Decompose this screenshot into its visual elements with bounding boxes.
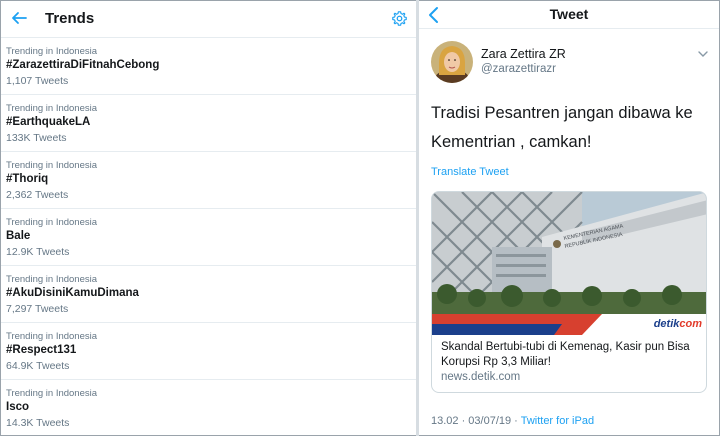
trend-item[interactable]: Trending in Indonesia #Respect131 64.9K … [1,323,416,380]
trend-item[interactable]: Trending in Indonesia Bale 12.9K Tweets [1,209,416,266]
trend-tweet-count: 133K Tweets [6,132,67,144]
trend-context: Trending in Indonesia [6,160,98,171]
trend-tweet-count: 64.9K Tweets [6,360,70,372]
trend-item[interactable]: Trending in Indonesia #AkuDisiniKamuDima… [1,266,416,323]
trend-context: Trending in Indonesia [6,388,98,399]
trend-tweet-count: 7,297 Tweets [6,303,69,315]
tweet-source-link[interactable]: Twitter for iPad [521,415,594,427]
trend-name: #Thoriq [6,173,49,185]
link-preview-card[interactable]: KEMENTERIAN AGAMA REPUBLIK INDONESIA det… [431,191,707,393]
author-display-name[interactable]: Zara Zettira ZR [481,47,566,61]
trends-panel: Trends Trending in Indonesia #Zarazettir… [1,1,416,435]
trend-tweet-count: 1,107 Tweets [6,75,69,87]
trend-item[interactable]: Trending in Indonesia #Thoriq 2,362 Twee… [1,152,416,209]
trend-name: Bale [6,230,31,242]
article-image: KEMENTERIAN AGAMA REPUBLIK INDONESIA [432,192,706,335]
trend-name: #EarthquakeLA [6,116,91,128]
trend-name: #ZarazettiraDiFitnahCebong [6,59,160,71]
trend-item[interactable]: Trending in Indonesia #EarthquakeLA 133K… [1,95,416,152]
trend-name: #AkuDisiniKamuDimana [6,287,139,299]
trend-name: #Respect131 [6,344,77,356]
card-domain: news.detik.com [441,371,521,383]
trend-tweet-count: 12.9K Tweets [6,246,70,258]
trend-context: Trending in Indonesia [6,331,98,342]
detik-logo: detikcom [654,318,702,330]
trend-name: Isco [6,401,30,413]
trend-context: Trending in Indonesia [6,217,98,228]
tweet-timestamp: 13.02 · 03/07/19 · [431,415,518,427]
logo-suffix: com [679,318,702,330]
logo-main: detik [653,318,680,330]
trend-item[interactable]: Trending in Indonesia Isco 14.3K Tweets [1,380,416,436]
trend-tweet-count: 2,362 Tweets [6,189,69,201]
page-title: Trends [45,10,95,27]
translate-tweet-link[interactable]: Translate Tweet [431,166,509,178]
trend-context: Trending in Indonesia [6,46,98,57]
back-arrow-icon[interactable] [10,9,28,27]
author-handle[interactable]: @zarazettirazr [481,63,556,75]
tweet-title: Tweet [549,6,589,22]
trend-tweet-count: 14.3K Tweets [6,417,70,429]
chevron-down-icon[interactable] [697,49,709,59]
avatar[interactable] [431,41,473,83]
tweet-panel: Tweet Zara Zettira ZR @zarazettirazr Tra… [419,1,719,435]
tweet-header: Tweet [419,1,719,29]
card-title: Skandal Bertubi-tubi di Kemenag, Kasir p… [441,341,690,368]
trend-context: Trending in Indonesia [6,274,98,285]
trends-header: Trends [1,1,416,38]
gear-icon[interactable] [391,10,408,27]
tweet-meta: 13.02 · 03/07/19 · Twitter for iPad [431,415,594,427]
trend-context: Trending in Indonesia [6,103,98,114]
tweet-text: Tradisi Pesantren jangan dibawa ke Kemen… [431,104,693,151]
trend-item[interactable]: Trending in Indonesia #ZarazettiraDiFitn… [1,38,416,95]
